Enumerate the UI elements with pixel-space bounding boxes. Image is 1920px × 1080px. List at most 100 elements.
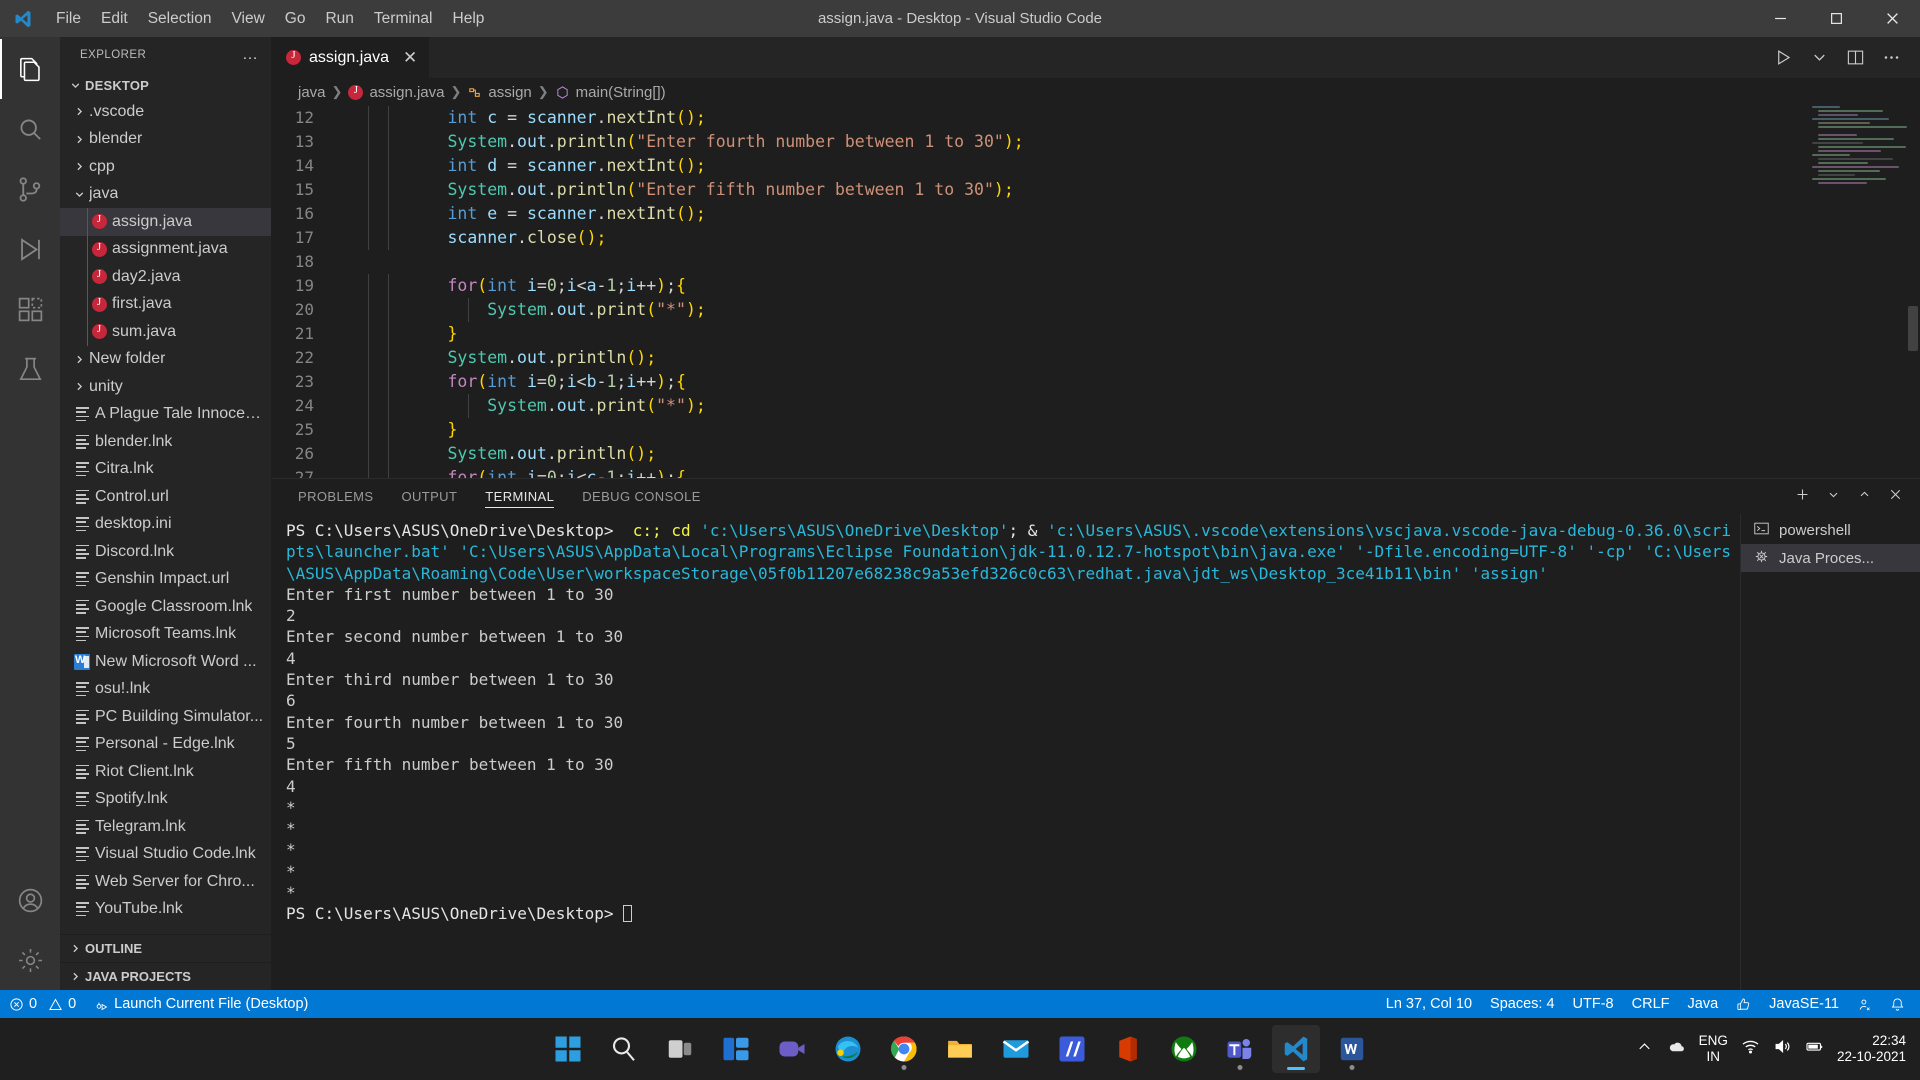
list-item[interactable]: Web Server for Chro... (60, 868, 271, 896)
menu-edit[interactable]: Edit (91, 0, 138, 37)
menu-terminal[interactable]: Terminal (364, 0, 443, 37)
gear-icon[interactable] (0, 930, 60, 990)
sidebar-item-source-control[interactable] (0, 159, 60, 219)
remote-icon[interactable] (1848, 990, 1881, 1018)
list-item[interactable]: New folder (60, 346, 271, 374)
list-item[interactable]: Visual Studio Code.lnk (60, 841, 271, 869)
encoding-setting[interactable]: UTF-8 (1564, 990, 1623, 1018)
list-item[interactable]: assignment.java (60, 235, 271, 263)
code-line[interactable]: 24 System.out.print("*"); (272, 394, 1920, 418)
code-line[interactable]: 12 int c = scanner.nextInt(); (272, 106, 1920, 130)
list-item[interactable]: sum.java (60, 318, 271, 346)
list-item[interactable]: Personal - Edge.lnk (60, 731, 271, 759)
list-item[interactable]: first.java (60, 290, 271, 318)
menu-bar[interactable]: File Edit Selection View Go Run Terminal Help (46, 0, 494, 37)
sidebar-item-extensions[interactable] (0, 279, 60, 339)
maximize-panel-icon[interactable] (1856, 486, 1873, 508)
list-item[interactable]: PC Building Simulator... (60, 703, 271, 731)
eol-setting[interactable]: CRLF (1623, 990, 1679, 1018)
code-line[interactable]: 19 for(int i=0;i<a-1;i++);{ (272, 274, 1920, 298)
language-mode[interactable]: Java (1679, 990, 1728, 1018)
more-actions-icon[interactable] (1876, 43, 1906, 73)
microsoft-edge[interactable] (824, 1025, 872, 1073)
list-item[interactable]: Genshin Impact.url (60, 566, 271, 594)
list-item[interactable]: osu!.lnk (60, 676, 271, 704)
list-item[interactable]: YouTube.lnk (60, 896, 271, 924)
maximize-button[interactable] (1808, 0, 1864, 37)
status-badge[interactable]: 0 0 (0, 990, 85, 1018)
breadcrumb-item[interactable]: assign.java (348, 84, 444, 101)
start-button[interactable] (544, 1025, 592, 1073)
more-actions-icon[interactable]: … (242, 46, 259, 62)
menu-help[interactable]: Help (443, 0, 495, 37)
jdk-version[interactable]: JavaSE-11 (1760, 990, 1848, 1018)
terminal-instance[interactable]: powershell (1741, 516, 1920, 544)
list-item[interactable]: Discord.lnk (60, 538, 271, 566)
code-line[interactable]: 13 System.out.println("Enter fourth numb… (272, 130, 1920, 154)
code-line[interactable]: 25 } (272, 418, 1920, 442)
notifications-bell-icon[interactable] (1881, 990, 1914, 1018)
code-content[interactable]: 12 int c = scanner.nextInt(); 13 System.o… (272, 106, 1920, 478)
file-tree[interactable]: DESKTOP .vscode blender cpp java assign.java… (60, 72, 271, 934)
list-item[interactable]: unity (60, 373, 271, 401)
menu-view[interactable]: View (221, 0, 274, 37)
xbox[interactable] (1160, 1025, 1208, 1073)
sidebar-item-run-and-debug[interactable] (0, 219, 60, 279)
google-chrome[interactable] (880, 1025, 928, 1073)
tab-debug-console[interactable]: DEBUG CONSOLE (582, 479, 701, 514)
terminal-instance[interactable]: Java Proces... (1741, 544, 1920, 572)
code-line[interactable]: 16 int e = scanner.nextInt(); (272, 202, 1920, 226)
list-item[interactable]: java (60, 181, 271, 209)
code-line[interactable]: 22 System.out.println(); (272, 346, 1920, 370)
code-line[interactable]: 27 for(int i=0;i<c-1;i++);{ (272, 466, 1920, 478)
search-taskbar[interactable] (600, 1025, 648, 1073)
code-editor[interactable]: 12 int c = scanner.nextInt(); 13 System.o… (272, 106, 1920, 478)
sidebar-item-java-projects[interactable]: JAVA PROJECTS (60, 962, 271, 990)
close-button[interactable] (1864, 0, 1920, 37)
file-explorer[interactable] (936, 1025, 984, 1073)
mail[interactable] (992, 1025, 1040, 1073)
indentation-setting[interactable]: Spaces: 4 (1481, 990, 1564, 1018)
list-item[interactable]: New Microsoft Word ... (60, 648, 271, 676)
list-item[interactable]: Telegram.lnk (60, 813, 271, 841)
list-item[interactable]: assign.java (60, 208, 271, 236)
code-line[interactable]: 21 } (272, 322, 1920, 346)
tab-output[interactable]: OUTPUT (401, 479, 457, 514)
list-item[interactable]: A Plague Tale Innocen... (60, 401, 271, 429)
breadcrumb[interactable]: java ❯ assign.java ❯ assign ❯ main(String[]) (272, 78, 1920, 106)
tab-terminal[interactable]: TERMINAL (485, 479, 555, 514)
thumbs-up-icon[interactable] (1727, 990, 1760, 1018)
menu-file[interactable]: File (46, 0, 91, 37)
sidebar-item-outline[interactable]: OUTLINE (60, 934, 271, 962)
widgets[interactable] (712, 1025, 760, 1073)
add-terminal-icon[interactable] (1794, 486, 1811, 508)
zoom-app[interactable] (768, 1025, 816, 1073)
close-icon[interactable]: ✕ (403, 49, 417, 66)
code-line[interactable]: 23 for(int i=0;i<b-1;i++);{ (272, 370, 1920, 394)
menu-selection[interactable]: Selection (138, 0, 222, 37)
tab-assign-java[interactable]: assign.java ✕ (272, 37, 431, 78)
breadcrumb-item[interactable]: java (298, 84, 326, 101)
tree-root-desktop[interactable]: DESKTOP (60, 72, 271, 98)
microsoft-word[interactable] (1328, 1025, 1376, 1073)
code-line[interactable]: 18 (272, 250, 1920, 274)
list-item[interactable]: Control.url (60, 483, 271, 511)
breadcrumb-item[interactable]: assign (467, 84, 532, 101)
split-editor-icon[interactable] (1840, 43, 1870, 73)
microsoft-teams[interactable] (1216, 1025, 1264, 1073)
tab-problems[interactable]: PROBLEMS (298, 479, 373, 514)
chevron-down-icon[interactable] (1804, 43, 1834, 73)
close-panel-icon[interactable] (1887, 486, 1904, 508)
code-line[interactable]: 17 scanner.close(); (272, 226, 1920, 250)
list-item[interactable]: Riot Client.lnk (60, 758, 271, 786)
editor-scrollbar[interactable] (1906, 106, 1920, 478)
list-item[interactable]: blender.lnk (60, 428, 271, 456)
list-item[interactable]: Google Classroom.lnk (60, 593, 271, 621)
launch-config-button[interactable]: Launch Current File (Desktop) (85, 990, 317, 1018)
menu-go[interactable]: Go (275, 0, 316, 37)
list-item[interactable]: desktop.ini (60, 511, 271, 539)
code-line[interactable]: 14 int d = scanner.nextInt(); (272, 154, 1920, 178)
sidebar-item-testing[interactable] (0, 339, 60, 399)
sidebar-item-search[interactable] (0, 99, 60, 159)
list-item[interactable]: .vscode (60, 98, 271, 126)
